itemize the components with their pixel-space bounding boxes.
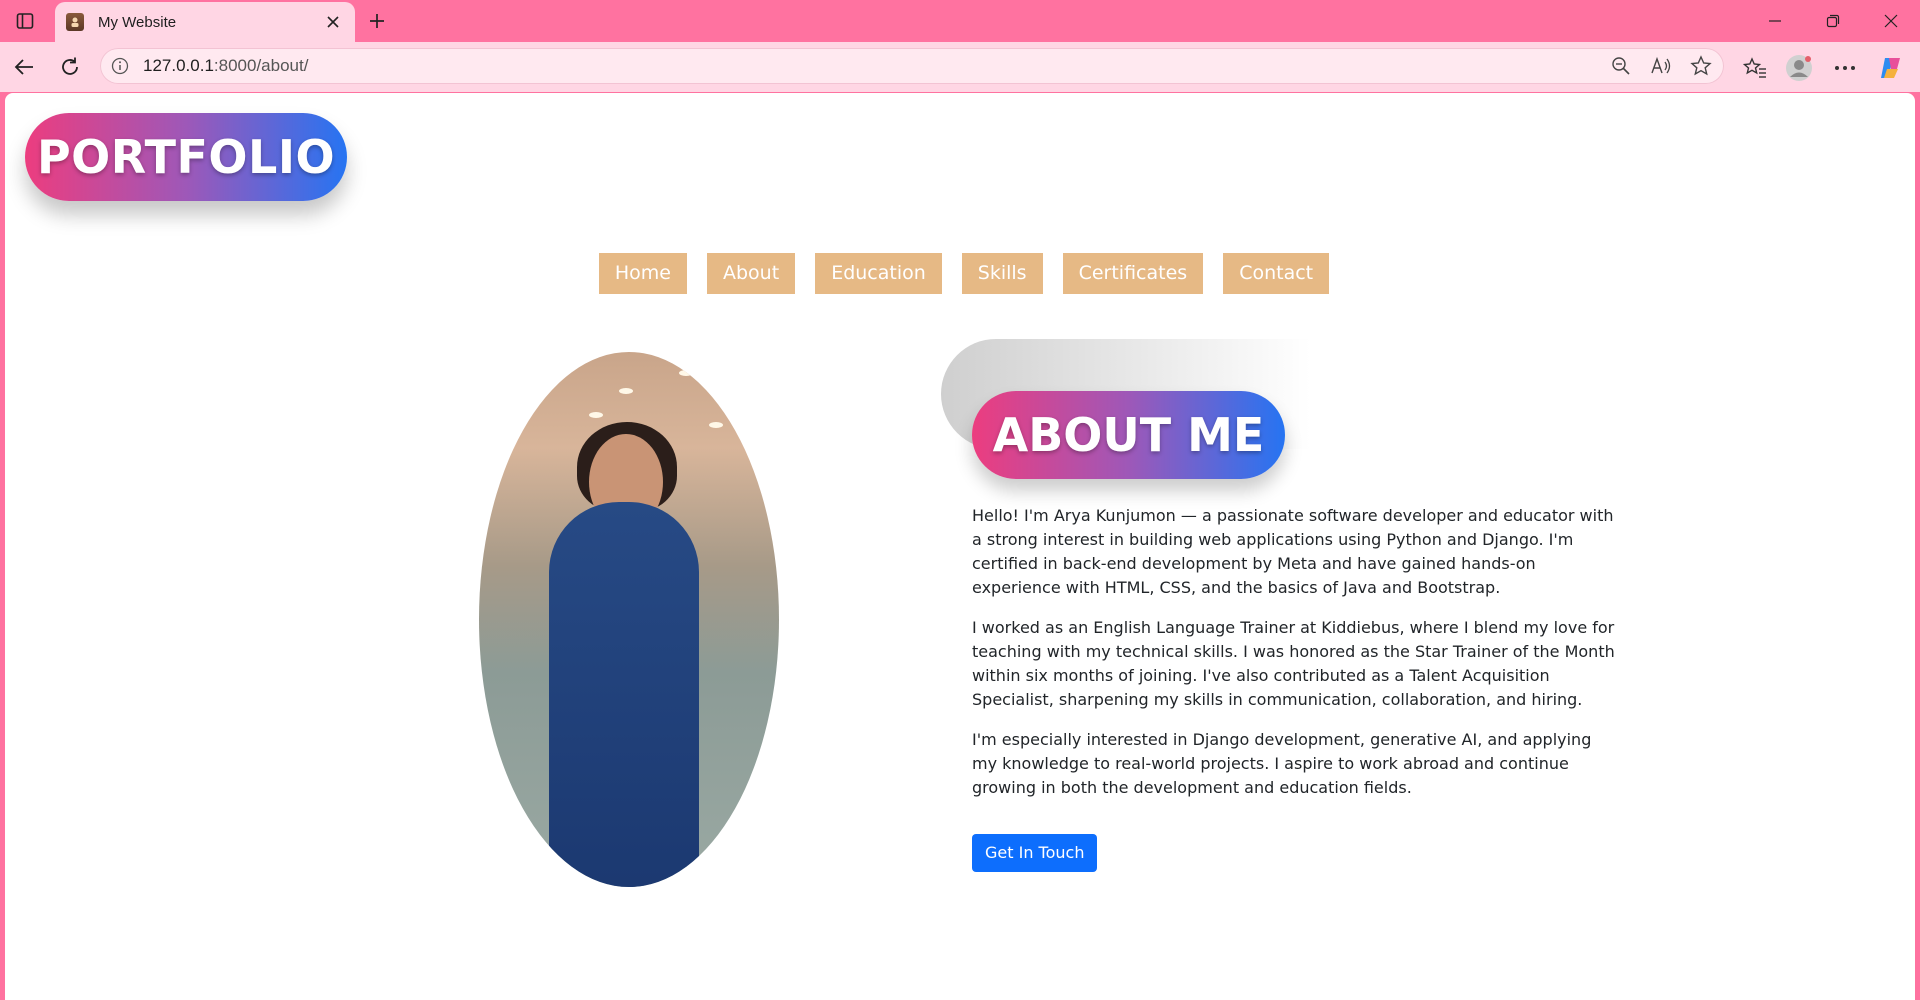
site-logo[interactable]: PORTFOLIO [25,113,347,201]
window-close-icon[interactable] [1868,6,1914,36]
about-text: Hello! I'm Arya Kunjumon — a passionate … [972,504,1617,816]
minimize-icon[interactable] [1752,6,1798,36]
profile-icon[interactable] [1784,53,1814,83]
close-icon[interactable] [321,10,345,34]
tab-title: My Website [98,13,177,31]
tab-bar: My Website [0,0,1920,42]
nav-certificates[interactable]: Certificates [1062,253,1204,294]
page-viewport: PORTFOLIO Home About Education Skills Ce… [5,93,1915,1000]
reload-icon[interactable] [56,53,84,81]
site-favicon-icon [66,13,84,31]
info-icon[interactable] [110,56,130,76]
get-in-touch-button[interactable]: Get In Touch [972,834,1098,872]
nav-education[interactable]: Education [815,253,942,294]
address-bar[interactable]: 127.0.0.1:8000/about/ [100,48,1724,84]
restore-icon[interactable] [1810,6,1856,36]
sidebar-toggle-icon[interactable] [14,10,36,32]
url-text: 127.0.0.1:8000/about/ [143,56,308,76]
browser-toolbar: 127.0.0.1:8000/about/ [0,42,1920,92]
nav-about[interactable]: About [707,253,796,294]
star-icon[interactable] [1688,54,1714,78]
favorites-icon[interactable] [1740,53,1770,83]
active-tab[interactable]: My Website [55,2,355,42]
main-nav: Home About Education Skills Certificates… [5,253,1915,294]
nav-home[interactable]: Home [598,253,687,294]
url-host: 127.0.0.1 [143,56,214,75]
nav-skills[interactable]: Skills [961,253,1043,294]
read-aloud-icon[interactable] [1648,54,1674,78]
about-paragraph: I'm especially interested in Django deve… [972,730,1592,797]
more-icon[interactable] [1830,53,1860,83]
about-title: ABOUT ME [972,391,1285,479]
zoom-out-icon[interactable] [1608,54,1634,78]
nav-contact[interactable]: Contact [1223,253,1330,294]
copilot-icon[interactable] [1876,53,1906,83]
about-paragraph: Hello! I'm Arya Kunjumon — a passionate … [972,506,1614,597]
about-paragraph: I worked as an English Language Trainer … [972,618,1615,709]
photo-dress [549,502,699,887]
back-arrow-icon[interactable] [10,53,38,81]
url-path: :8000/about/ [213,56,309,75]
plus-icon[interactable] [364,8,390,34]
profile-photo [479,352,779,887]
